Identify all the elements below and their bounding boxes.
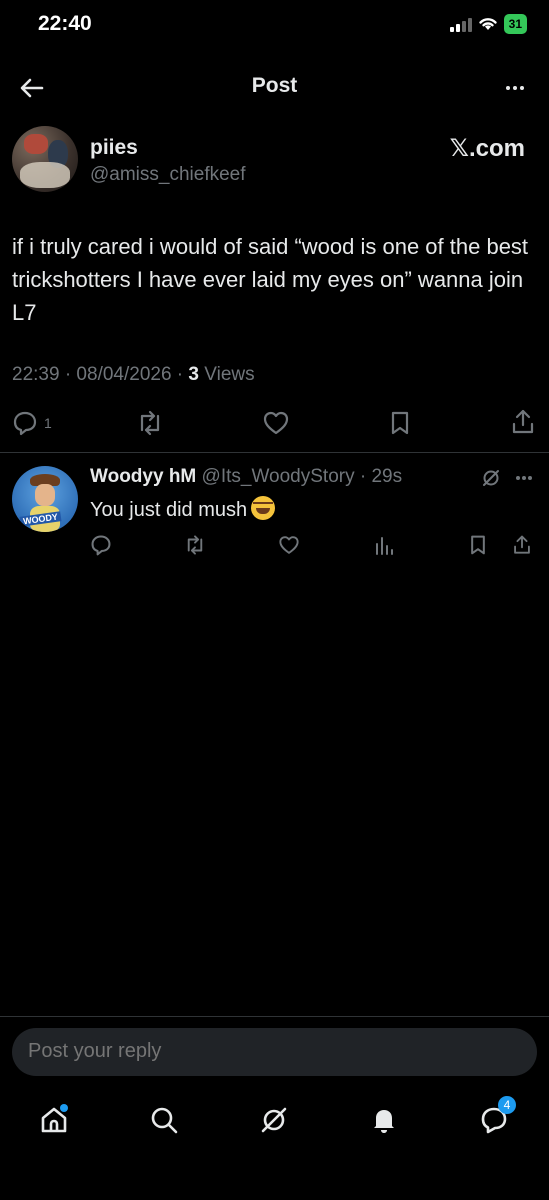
author-name[interactable]: piies bbox=[90, 136, 138, 160]
views-count: 3 bbox=[188, 364, 199, 385]
search-icon bbox=[151, 1107, 178, 1134]
bottom-tab-bar: 4 bbox=[0, 1094, 549, 1154]
reply-text-content: You just did mush bbox=[90, 499, 248, 521]
author-avatar[interactable] bbox=[12, 126, 78, 192]
x-com-watermark: 𝕏.com bbox=[449, 135, 525, 162]
reply-views-button[interactable] bbox=[374, 534, 394, 556]
more-icon[interactable] bbox=[515, 475, 533, 481]
reply-author-name[interactable]: Woodyy hM bbox=[90, 466, 196, 487]
reply-bubble-icon bbox=[91, 535, 111, 556]
reply-author-handle[interactable]: @Its_WoodyStory · 29s bbox=[202, 466, 403, 487]
reply-item[interactable]: WOODY Woodyy hM @Its_WoodyStory · 29s Yo… bbox=[0, 458, 549, 566]
tab-search[interactable] bbox=[144, 1100, 184, 1140]
reply-repost-button[interactable] bbox=[184, 534, 206, 556]
reply-bookmark-button[interactable] bbox=[468, 534, 488, 556]
repost-icon bbox=[187, 535, 203, 555]
cellular-signal-icon bbox=[449, 16, 472, 32]
status-icons: 31 bbox=[449, 14, 527, 34]
repost-icon bbox=[140, 410, 160, 436]
bookmark-icon bbox=[471, 535, 485, 555]
reply-author-avatar[interactable]: WOODY bbox=[12, 466, 78, 532]
reply-share-button[interactable] bbox=[512, 534, 532, 556]
battery-indicator: 31 bbox=[503, 14, 527, 34]
reply-like-button[interactable] bbox=[278, 534, 300, 556]
divider bbox=[0, 452, 549, 453]
like-button[interactable] bbox=[262, 410, 290, 436]
share-icon bbox=[514, 535, 530, 554]
tab-messages[interactable]: 4 bbox=[474, 1096, 516, 1140]
reply-header: Woodyy hM @Its_WoodyStory · 29s bbox=[90, 466, 402, 488]
wifi-icon bbox=[478, 18, 497, 30]
views-label: Views bbox=[199, 364, 255, 385]
share-icon bbox=[512, 409, 534, 434]
reply-actions bbox=[0, 534, 549, 564]
heart-icon bbox=[279, 536, 299, 554]
reply-input[interactable] bbox=[28, 1040, 508, 1063]
post-time: 22:39 · 08/04/2026 · bbox=[12, 364, 189, 385]
home-notification-dot bbox=[60, 1104, 68, 1112]
messages-badge: 4 bbox=[498, 1096, 516, 1114]
reply-top-icons bbox=[481, 468, 533, 488]
grok-icon bbox=[261, 1107, 287, 1133]
more-dot-icon bbox=[520, 86, 524, 90]
post-header: Post bbox=[0, 64, 549, 110]
bookmark-icon bbox=[391, 411, 409, 435]
more-dot-icon bbox=[506, 86, 510, 90]
laughing-emoji-icon bbox=[251, 496, 276, 520]
reply-text: You just did mush bbox=[90, 496, 276, 522]
more-dot-icon bbox=[513, 86, 517, 90]
author-handle[interactable]: @amiss_chiefkeef bbox=[90, 164, 246, 186]
tab-home[interactable] bbox=[34, 1100, 74, 1140]
reply-count: 1 bbox=[44, 415, 52, 431]
share-button[interactable] bbox=[510, 408, 536, 436]
page-title: Post bbox=[251, 74, 298, 97]
tab-notifications[interactable] bbox=[364, 1100, 404, 1140]
analytics-icon bbox=[376, 537, 393, 555]
reply-bubble-icon bbox=[13, 411, 37, 436]
reply-reply-button[interactable] bbox=[90, 534, 112, 556]
divider bbox=[0, 1016, 549, 1017]
repost-button[interactable] bbox=[136, 410, 164, 436]
reply-composer[interactable] bbox=[12, 1028, 537, 1076]
home-indicator bbox=[204, 1185, 344, 1190]
bookmark-button[interactable] bbox=[388, 410, 412, 436]
post-text: if i truly cared i would of said “wood i… bbox=[12, 234, 529, 325]
more-options-button[interactable] bbox=[499, 72, 531, 104]
status-bar: 22:40 31 bbox=[0, 0, 549, 52]
heart-icon bbox=[263, 411, 289, 435]
post-timestamp: 22:39 · 08/04/2026 · 3 Views bbox=[12, 364, 255, 386]
bell-icon bbox=[374, 1110, 394, 1133]
post-actions: 1 bbox=[0, 404, 549, 444]
reply-button[interactable]: 1 bbox=[12, 410, 52, 436]
grok-icon[interactable] bbox=[481, 468, 501, 488]
tab-grok[interactable] bbox=[254, 1100, 294, 1140]
status-time: 22:40 bbox=[38, 12, 92, 35]
